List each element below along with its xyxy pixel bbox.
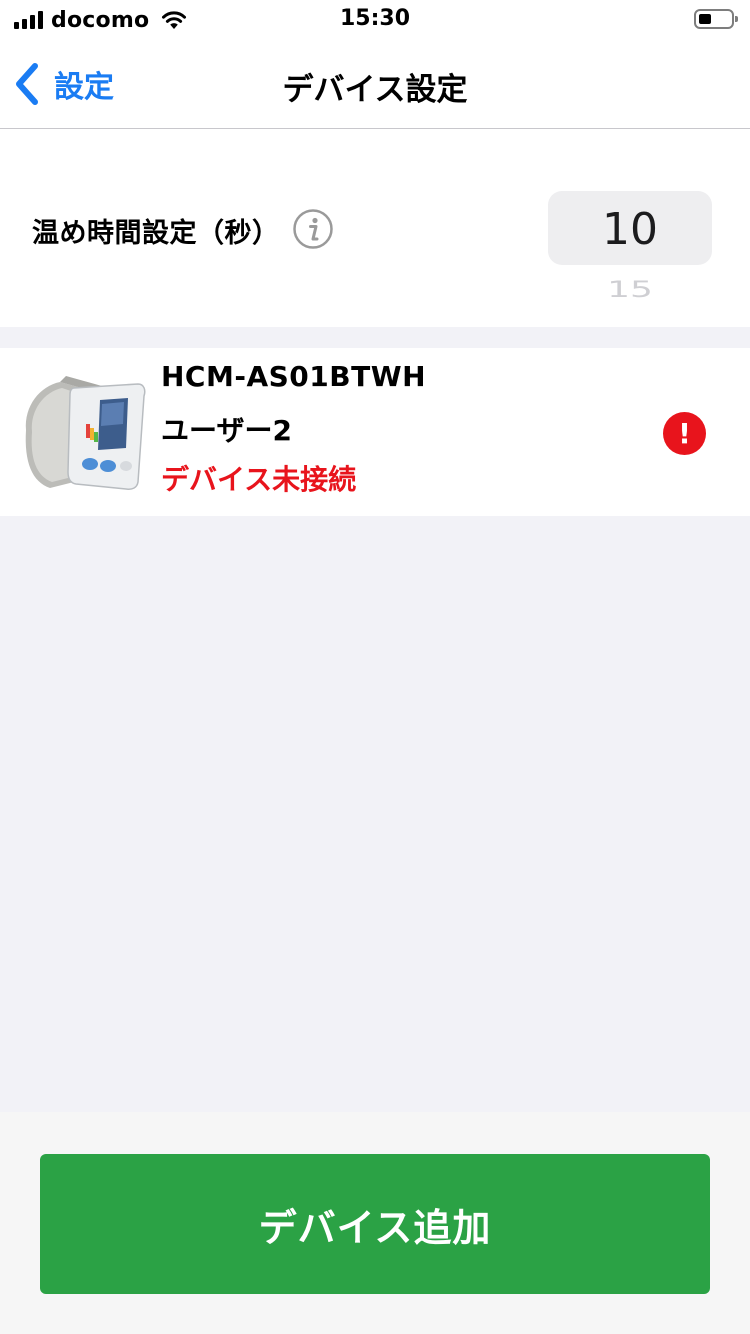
warm-time-label: 温め時間設定（秒） xyxy=(32,218,280,249)
device-user: ユーザー2 xyxy=(161,414,292,447)
page-title: デバイス設定 xyxy=(282,72,468,108)
picker-next-value[interactable]: 15 xyxy=(548,277,712,302)
warm-time-section: 温め時間設定（秒） 10 15 xyxy=(0,129,750,327)
warm-time-picker[interactable]: 10 15 xyxy=(548,191,712,327)
info-icon[interactable] xyxy=(292,208,334,250)
battery-icon xyxy=(694,9,738,29)
clock: 15:30 xyxy=(339,6,411,31)
device-model: HCM-AS01BTWH xyxy=(161,360,427,393)
blood-pressure-monitor-image xyxy=(25,376,146,490)
exclamation-circle-icon: ! xyxy=(663,412,706,455)
footer: デバイス追加 xyxy=(0,1112,750,1334)
status-bar: docomo 15:30 xyxy=(0,0,750,40)
device-connection-status: デバイス未接続 xyxy=(161,463,357,496)
picker-selected-value[interactable]: 10 xyxy=(548,204,712,255)
add-device-button[interactable]: デバイス追加 xyxy=(40,1154,710,1294)
navigation-bar: 設定 デバイス設定 xyxy=(0,40,750,129)
device-list-item[interactable]: HCM-AS01BTWH ユーザー2 デバイス未接続 ! xyxy=(0,348,750,516)
